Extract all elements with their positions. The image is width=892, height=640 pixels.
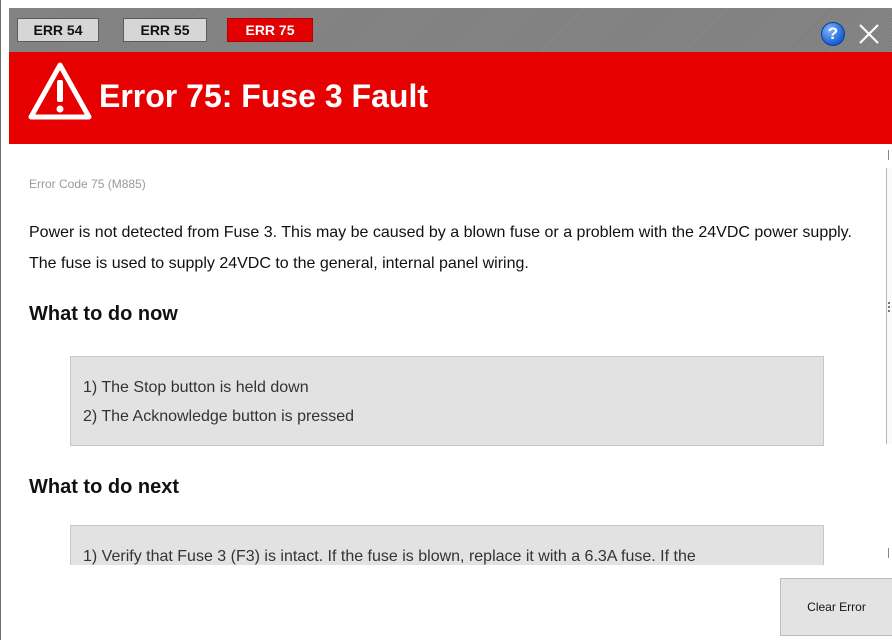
- dialog-footer: [9, 565, 892, 640]
- what-to-do-now-box: 1) The Stop button is held down 2) The A…: [70, 356, 824, 446]
- tab-bar: ERR 54 ERR 55 ERR 75 ?: [9, 8, 892, 52]
- now-step: 1) The Stop button is held down: [83, 379, 309, 396]
- error-dialog: ERR 54 ERR 55 ERR 75 ? Error 75: Fuse 3 …: [0, 0, 892, 640]
- now-step: 2) The Acknowledge button is pressed: [83, 408, 354, 425]
- what-to-do-next-box: 1) Verify that Fuse 3 (F3) is intact. If…: [70, 525, 824, 565]
- error-code-label: Error Code 75 (M885): [29, 177, 146, 191]
- tab-err-75[interactable]: ERR 75: [227, 18, 313, 42]
- scroll-grip-icon: [888, 302, 892, 312]
- warning-triangle-icon: [28, 62, 92, 120]
- error-title: Error 75: Fuse 3 Fault: [99, 78, 428, 114]
- next-step: 1) Verify that Fuse 3 (F3) is intact. If…: [83, 548, 696, 565]
- error-details: Error Code 75 (M885) Power is not detect…: [9, 145, 885, 565]
- error-description: Power is not detected from Fuse 3. This …: [29, 224, 852, 272]
- clear-error-button[interactable]: Clear Error: [780, 578, 892, 636]
- tab-err-54[interactable]: ERR 54: [17, 18, 99, 42]
- scroll-down-arrow-icon[interactable]: [888, 548, 892, 558]
- help-icon-glyph: ?: [827, 24, 839, 43]
- help-icon[interactable]: ?: [821, 22, 845, 46]
- error-header: Error 75: Fuse 3 Fault: [9, 52, 892, 144]
- scroll-up-arrow-icon[interactable]: [888, 150, 892, 160]
- tab-err-55[interactable]: ERR 55: [123, 18, 207, 42]
- close-icon[interactable]: [855, 20, 883, 48]
- what-to-do-next-heading: What to do next: [29, 476, 179, 498]
- what-to-do-now-heading: What to do now: [29, 303, 178, 325]
